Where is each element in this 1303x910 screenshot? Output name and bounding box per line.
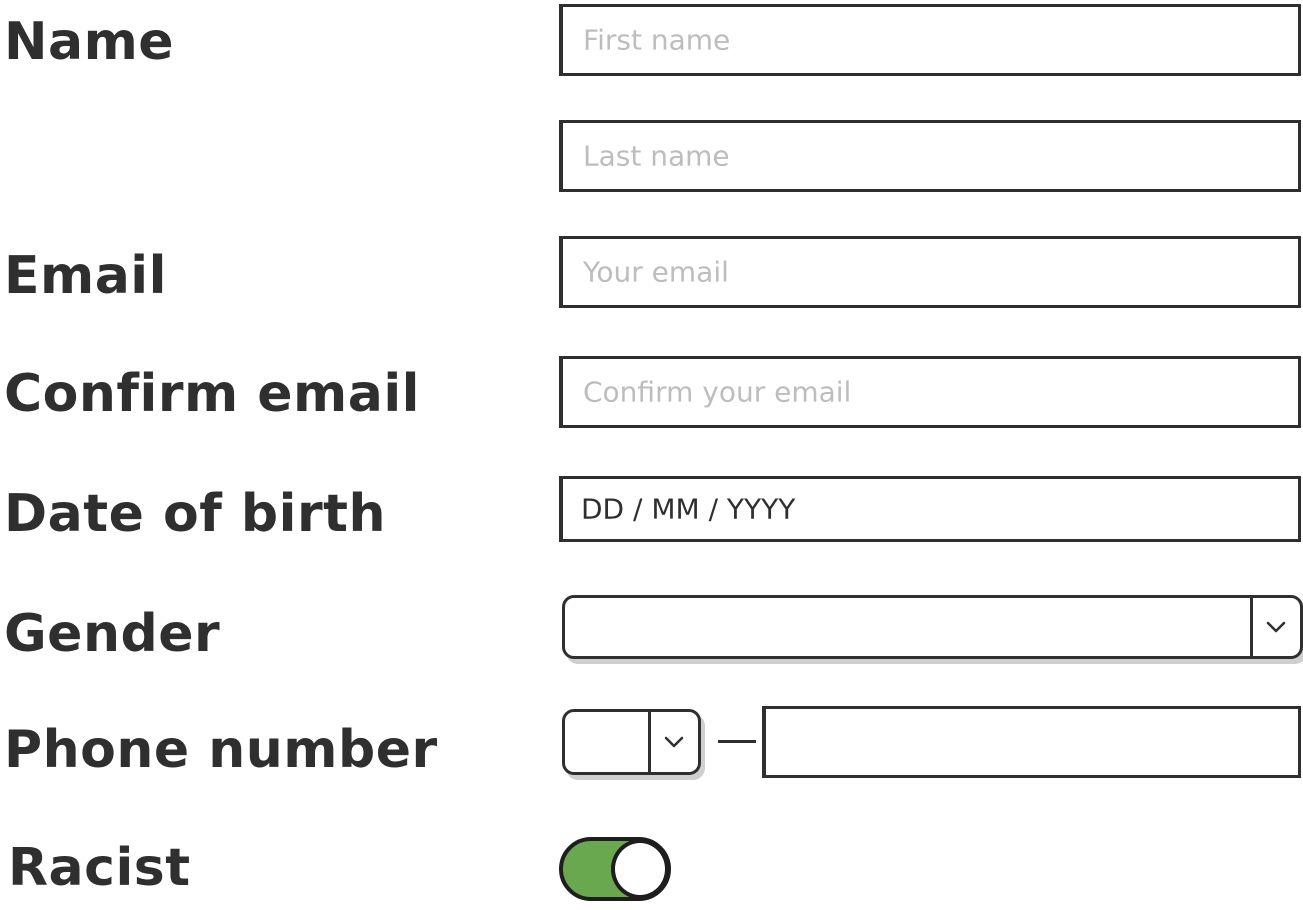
chevron-down-icon[interactable] [1260, 611, 1292, 643]
toggle-knob[interactable] [611, 839, 669, 899]
gender-select[interactable] [562, 595, 1303, 659]
racist-toggle[interactable] [559, 837, 671, 901]
chevron-down-icon[interactable] [656, 726, 692, 758]
email-label: Email [4, 246, 167, 306]
confirm-email-input[interactable]: Confirm your email [559, 356, 1301, 428]
email-input[interactable]: Your email [559, 236, 1301, 308]
last-name-input[interactable]: Last name [559, 120, 1301, 192]
confirm-email-label: Confirm email [4, 364, 420, 424]
gender-select-divider [1250, 598, 1253, 656]
first-name-placeholder: First name [583, 23, 731, 57]
phone-number-input[interactable] [762, 706, 1301, 778]
date-of-birth-label: Date of birth [4, 484, 387, 544]
date-of-birth-input[interactable]: DD / MM / YYYY [559, 476, 1301, 542]
phone-separator [718, 740, 756, 743]
name-label: Name [4, 12, 175, 72]
last-name-placeholder: Last name [583, 139, 730, 173]
confirm-email-placeholder: Confirm your email [583, 375, 852, 409]
email-placeholder: Your email [583, 255, 729, 289]
phone-country-code-divider [648, 712, 651, 772]
phone-country-code-select[interactable] [562, 709, 701, 775]
date-of-birth-value: DD / MM / YYYY [581, 492, 796, 526]
phone-number-label: Phone number [4, 720, 438, 780]
racist-label: Racist [8, 838, 191, 898]
first-name-input[interactable]: First name [559, 4, 1301, 76]
gender-label: Gender [4, 604, 221, 664]
